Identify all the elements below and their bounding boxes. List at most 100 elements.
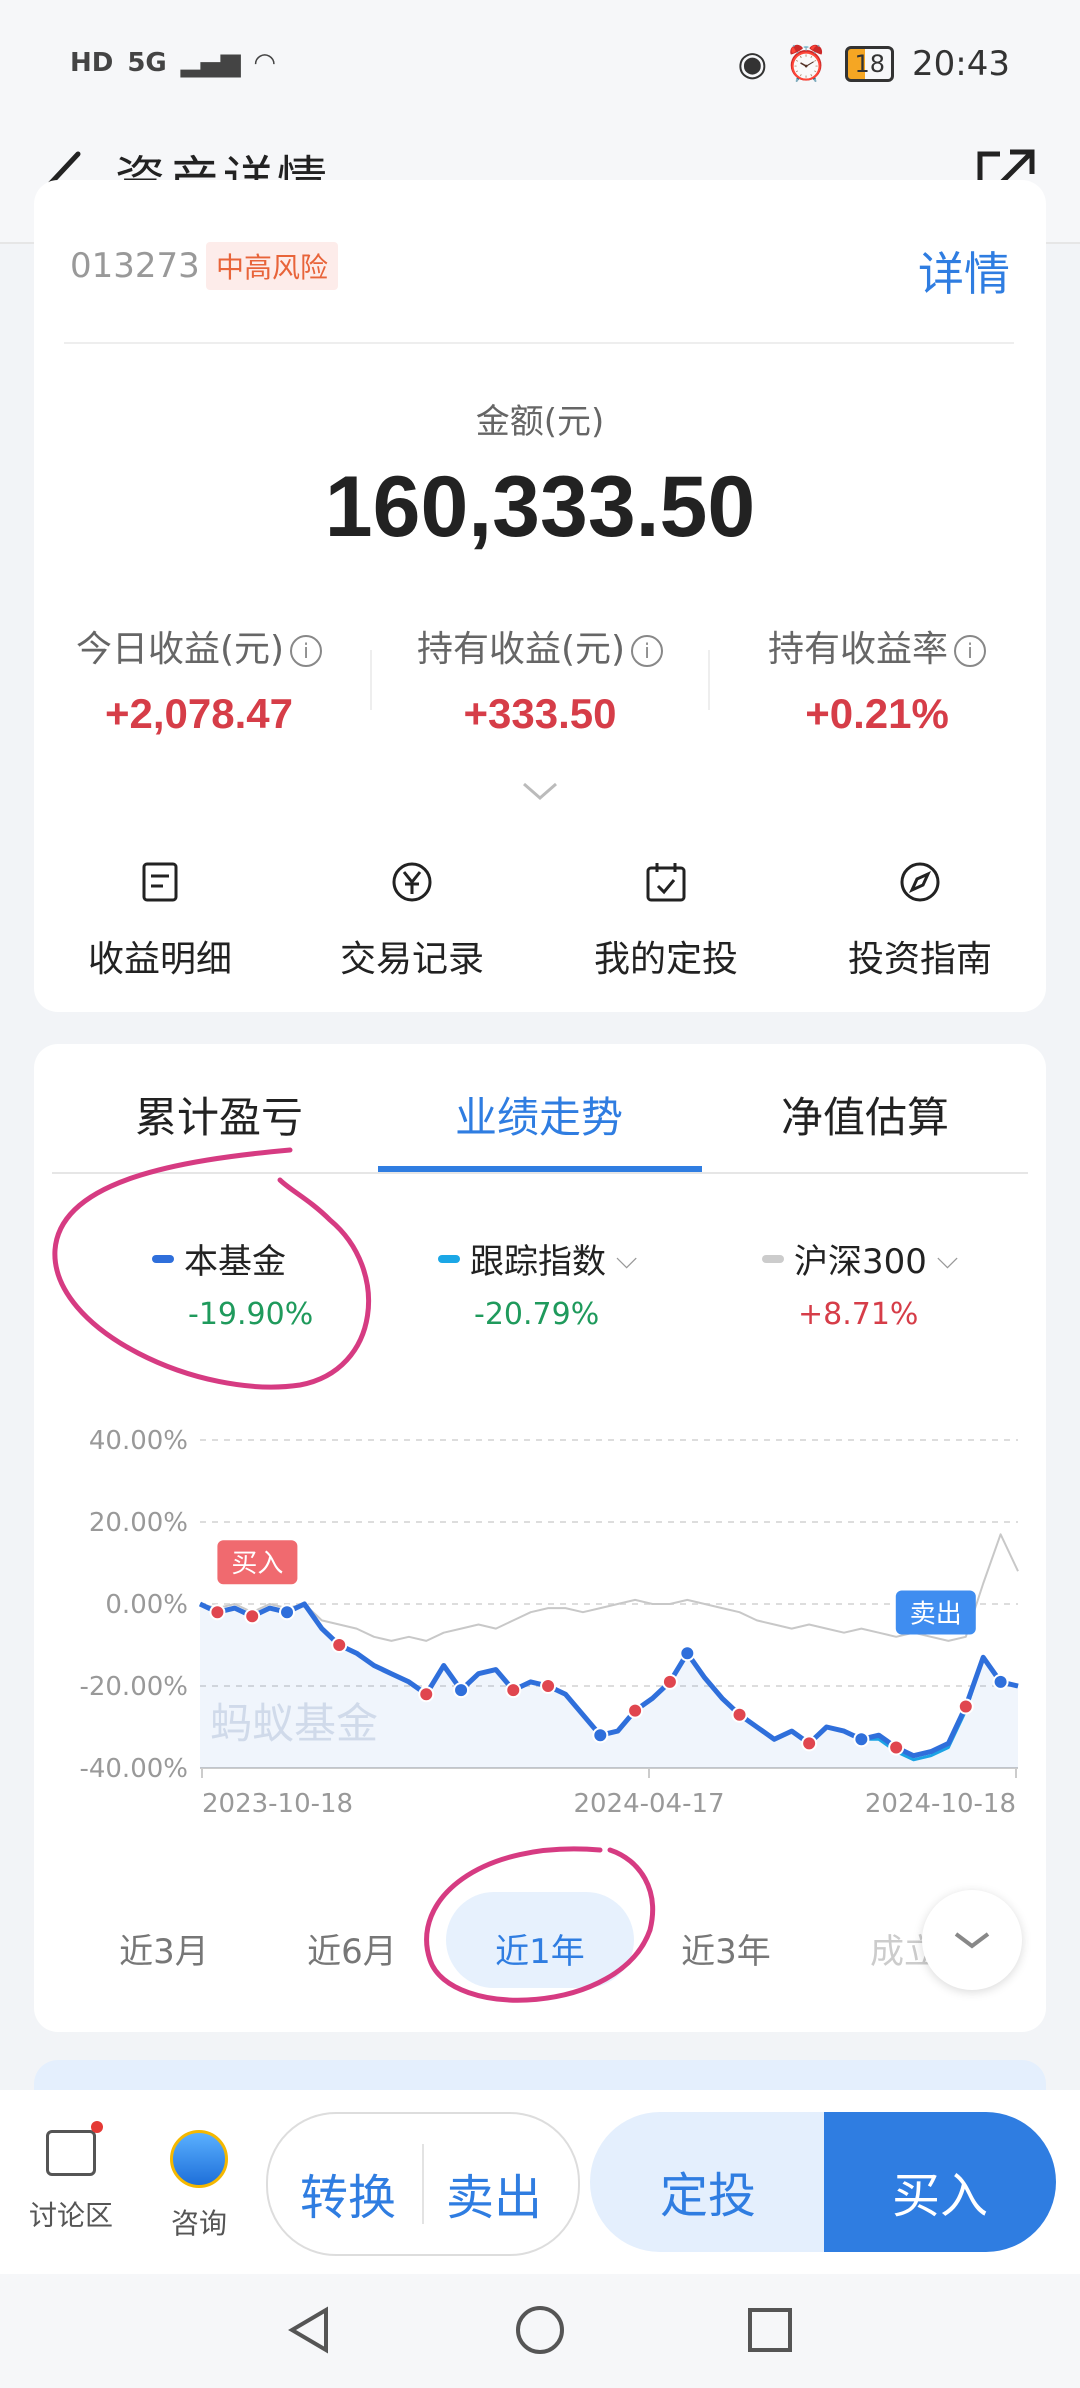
legend-fund[interactable]: 本基金 -19.90% (152, 1234, 452, 1332)
stat-value: +333.50 (463, 690, 617, 737)
assistant-icon (170, 2130, 228, 2188)
trade-point (992, 1673, 1009, 1690)
stat-rate: 持有收益率 i +0.21% (712, 620, 1042, 738)
period-6m[interactable]: 近6月 (272, 1924, 432, 1973)
tab-nav-estimate[interactable]: 净值估算 (700, 1084, 1030, 1145)
trade-point (209, 1604, 226, 1621)
x-tick-label: 2024-04-17 (573, 1789, 724, 1819)
action-label: 投资指南 (847, 939, 992, 980)
legend-value: -20.79% (474, 1297, 600, 1332)
y-tick-label: 20.00% (89, 1508, 188, 1538)
discuss-button[interactable]: 讨论区 (16, 2121, 126, 2234)
trade-point (853, 1731, 870, 1748)
period-1y[interactable]: 近1年 (460, 1924, 620, 1973)
legend-swatch (438, 1254, 460, 1263)
legend-swatch (762, 1254, 784, 1263)
more-periods-button[interactable] (922, 1890, 1022, 1990)
trade-point (957, 1698, 974, 1715)
info-icon[interactable]: i (631, 635, 664, 667)
stat-today: 今日收益(元) i +2,078.47 (34, 620, 364, 738)
trade-point (679, 1645, 696, 1662)
action-trade-record[interactable]: 交易记录 (292, 860, 532, 982)
trade-point (661, 1673, 678, 1690)
trade-point (801, 1735, 818, 1752)
convert-button[interactable]: 转换 (300, 2158, 396, 2228)
chevron-down-icon (954, 1932, 990, 1949)
stat-label: 今日收益(元) (75, 629, 285, 670)
legend-value: +8.71% (798, 1297, 919, 1332)
divider (64, 342, 1014, 344)
buy-label: 买入 (892, 2168, 989, 2224)
fund-code: 013273 (70, 246, 200, 286)
action-label: 收益明细 (87, 939, 232, 980)
bottom-action-bar: 讨论区 咨询 转换 卖出 定投 买入 (0, 2090, 1080, 2274)
stat-label: 持有收益率 (767, 629, 948, 670)
detail-link[interactable]: 详情 (918, 238, 1010, 304)
trade-point (418, 1686, 435, 1703)
chat-icon (46, 2121, 103, 2176)
legend-label: 本基金 (184, 1242, 286, 1282)
status-bar: HD 5G ▂▄▆ ◠ ◉ ⏰ 18 20:43 (0, 0, 1080, 130)
action-my-dingtou[interactable]: 我的定投 (546, 860, 786, 982)
watermark: 蚂蚁基金 (210, 1699, 378, 1748)
signal-bars-icon: ▂▄▆ (180, 48, 241, 78)
info-icon[interactable]: i (290, 635, 323, 667)
trade-point (279, 1604, 296, 1621)
performance-chart[interactable]: 40.00% 20.00% 0.00% -20.00% -40.00% 2023-10-1… (34, 1364, 1046, 1884)
signal-indicator: 5G (127, 48, 167, 78)
trade-point (540, 1678, 557, 1694)
y-tick-label: -20.00% (79, 1672, 188, 1702)
dingtou-label: 定投 (660, 2168, 757, 2224)
status-right: ◉ ⏰ 18 20:43 (737, 44, 1010, 84)
system-nav-bar (0, 2274, 1080, 2388)
home-nav-icon[interactable] (512, 2302, 568, 2358)
x-tick-label: 2024-10-18 (865, 1789, 1016, 1819)
stat-label: 持有收益(元) (416, 629, 626, 670)
asset-card: 013273 中高风险 详情 金额(元) 160,333.50 今日收益(元) i… (34, 180, 1046, 1012)
legend-value: -19.90% (188, 1297, 314, 1332)
document-icon (142, 862, 178, 902)
stat-value: +2,078.47 (104, 690, 293, 737)
consult-button[interactable]: 咨询 (144, 2130, 254, 2242)
trade-point (731, 1706, 748, 1723)
alarm-icon: ⏰ (785, 44, 828, 84)
amount-value: 160,333.50 (324, 459, 756, 555)
y-tick-label: -40.00% (79, 1754, 188, 1784)
active-tab-indicator (378, 1166, 702, 1172)
action-invest-guide[interactable]: 投资指南 (800, 860, 1040, 982)
divider (708, 650, 710, 710)
buy-button[interactable]: 买入 (824, 2112, 1056, 2252)
tab-performance-trend[interactable]: 业绩走势 (374, 1084, 704, 1145)
performance-card: 累计盈亏 业绩走势 净值估算 本基金 -19.90% 跟踪指数 ⌵ -20.79%… (34, 1044, 1046, 2032)
sell-marker-label: 卖出 (910, 1600, 962, 1630)
amount-label: 金额(元) (475, 402, 605, 442)
x-tick-label: 2023-10-18 (202, 1789, 353, 1819)
discuss-label: 讨论区 (28, 2199, 113, 2232)
period-3m[interactable]: 近3月 (84, 1924, 244, 1973)
y-tick-label: 40.00% (89, 1426, 188, 1456)
stat-holding: 持有收益(元) i +333.50 (375, 620, 705, 738)
consult-label: 咨询 (170, 2207, 227, 2240)
hd-indicator: HD (70, 48, 114, 78)
trade-point (592, 1727, 609, 1744)
back-nav-icon[interactable] (282, 2302, 338, 2358)
legend-swatch (152, 1254, 174, 1263)
tab-cumulative-pnl[interactable]: 累计盈亏 (54, 1084, 384, 1145)
eye-icon: ◉ (737, 44, 768, 84)
chevron-down-icon: ⌵ (936, 1241, 959, 1275)
legend-tracking-index[interactable]: 跟踪指数 ⌵ -20.79% (438, 1234, 738, 1332)
legend-csi300[interactable]: 沪深300 ⌵ +8.71% (762, 1234, 1062, 1332)
period-3y[interactable]: 近3年 (646, 1924, 806, 1973)
sell-button[interactable]: 卖出 (446, 2158, 542, 2228)
chevron-down-icon[interactable] (520, 780, 560, 804)
recents-nav-icon[interactable] (742, 2302, 798, 2358)
legend-label: 跟踪指数 (470, 1242, 606, 1282)
action-income-detail[interactable]: 收益明细 (40, 860, 280, 982)
divider (370, 650, 372, 710)
series-line-2 (199, 1533, 1019, 1642)
trade-point (505, 1682, 522, 1699)
notification-dot (91, 2121, 103, 2133)
convert-sell-group: 转换 卖出 (266, 2112, 580, 2256)
chevron-down-icon: ⌵ (616, 1241, 638, 1275)
info-icon[interactable]: i (954, 635, 986, 667)
